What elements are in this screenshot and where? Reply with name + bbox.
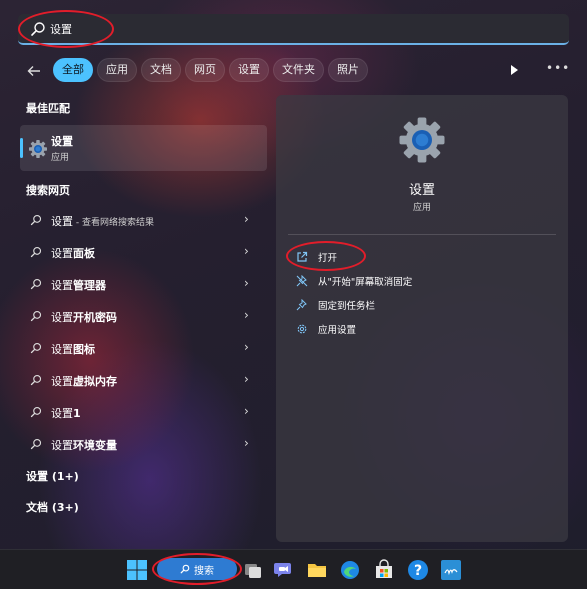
tab-folders[interactable]: 文件夹 — [273, 58, 324, 82]
preview-panel: 设置 应用 打开 从"开始"屏幕取消固定 固定到任务栏 应用设置 — [276, 95, 568, 542]
chevron-right-icon: › — [244, 436, 249, 450]
best-match-item[interactable]: 设置 应用 — [20, 125, 267, 171]
preview-divider — [288, 234, 556, 235]
web-result-suffix: - 查看网络搜索结果 — [73, 218, 154, 228]
web-result-completion: 管理器 — [73, 279, 106, 292]
action-app-settings-label: 应用设置 — [318, 325, 357, 336]
gear-icon — [297, 324, 307, 334]
tab-all[interactable]: 全部 — [53, 58, 93, 82]
chevron-right-icon: › — [244, 404, 249, 418]
web-result-item[interactable]: 设置面板 › — [20, 237, 267, 267]
microsoft-store-icon[interactable] — [373, 559, 395, 581]
search-icon — [30, 278, 42, 290]
tab-documents[interactable]: 文档 — [141, 58, 181, 82]
action-pin-taskbar-label: 固定到任务栏 — [318, 301, 376, 312]
open-external-icon — [297, 251, 308, 262]
selection-indicator — [20, 138, 23, 158]
best-match-heading: 最佳匹配 — [26, 102, 70, 115]
web-result-prefix: 设置 — [51, 375, 73, 388]
tab-settings[interactable]: 设置 — [229, 58, 269, 82]
action-open-label: 打开 — [318, 253, 338, 264]
search-icon — [30, 246, 42, 258]
web-result-prefix: 设置 — [51, 247, 73, 260]
chevron-right-icon: › — [244, 212, 249, 226]
web-result-completion: 环境变量 — [73, 439, 117, 452]
taskbar: 搜索 ? — [0, 549, 587, 589]
search-icon — [30, 406, 42, 418]
web-result-prefix: 设置 — [51, 343, 73, 356]
search-icon — [30, 438, 42, 450]
help-icon[interactable]: ? — [407, 559, 429, 581]
web-result-prefix: 设置 — [51, 311, 73, 324]
play-icon[interactable] — [505, 61, 523, 79]
best-match-name: 设置 — [51, 135, 73, 148]
search-icon — [30, 310, 42, 322]
filter-tabs: 全部 应用 文档 网页 设置 文件夹 照片 — [53, 58, 368, 82]
unpin-icon — [296, 275, 308, 287]
svg-text:?: ? — [414, 563, 422, 579]
file-explorer-icon[interactable] — [306, 559, 328, 581]
web-result-prefix: 设置 — [51, 215, 73, 228]
preview-subtitle: 应用 — [412, 203, 431, 213]
more-options-icon[interactable]: ••• — [546, 61, 570, 75]
web-result-item[interactable]: 设置 - 查看网络搜索结果 › — [20, 205, 267, 235]
chevron-right-icon: › — [244, 340, 249, 354]
action-open[interactable]: 打开 — [296, 250, 337, 264]
back-arrow-icon[interactable] — [23, 60, 45, 82]
edge-browser-icon[interactable] — [339, 559, 361, 581]
web-result-item[interactable]: 设置图标 › — [20, 333, 267, 363]
web-search-heading: 搜索网页 — [26, 184, 70, 197]
action-unpin-start[interactable]: 从"开始"屏幕取消固定 — [296, 274, 412, 288]
web-result-prefix: 设置 — [51, 439, 73, 452]
web-result-completion: 图标 — [73, 343, 95, 356]
web-result-completion: 虚拟内存 — [73, 375, 117, 388]
action-pin-taskbar[interactable]: 固定到任务栏 — [296, 298, 375, 312]
chevron-right-icon: › — [244, 276, 249, 290]
web-result-completion: 面板 — [73, 247, 95, 260]
search-icon — [30, 342, 42, 354]
group-documents-heading[interactable]: 文档 (3+) — [26, 499, 79, 515]
web-result-item[interactable]: 设置虚拟内存 › — [20, 365, 267, 395]
web-result-item[interactable]: 设置1 › — [20, 397, 267, 427]
tab-apps[interactable]: 应用 — [97, 58, 137, 82]
settings-app-large-icon — [399, 117, 445, 163]
pin-icon — [296, 299, 307, 311]
action-unpin-start-label: 从"开始"屏幕取消固定 — [318, 277, 413, 288]
teams-chat-icon[interactable] — [273, 559, 295, 581]
search-box[interactable]: 设置 — [18, 14, 569, 45]
web-result-completion: 开机密码 — [73, 311, 117, 324]
tab-web[interactable]: 网页 — [185, 58, 225, 82]
search-icon — [30, 374, 42, 386]
taskbar-search-button[interactable]: 搜索 — [157, 558, 237, 580]
search-icon — [30, 214, 42, 226]
tab-photos[interactable]: 照片 — [328, 58, 368, 82]
web-result-prefix: 设置 — [51, 279, 73, 292]
taskbar-search-label: 搜索 — [194, 565, 214, 577]
search-icon — [31, 21, 45, 36]
preview-title: 设置 — [408, 183, 435, 198]
windows-start-icon[interactable] — [126, 559, 148, 581]
chevron-right-icon: › — [244, 244, 249, 258]
chevron-right-icon: › — [244, 372, 249, 386]
group-settings-heading[interactable]: 设置 (1+) — [26, 468, 79, 484]
app-icon[interactable] — [440, 559, 462, 581]
web-result-prefix: 设置 — [51, 407, 73, 420]
search-icon — [180, 564, 190, 574]
task-view-icon[interactable] — [242, 559, 264, 581]
web-result-completion: 1 — [73, 407, 81, 420]
best-match-type: 应用 — [51, 153, 70, 163]
web-result-item[interactable]: 设置环境变量 › — [20, 429, 267, 459]
chevron-right-icon: › — [244, 308, 249, 322]
action-app-settings[interactable]: 应用设置 — [296, 322, 356, 336]
web-result-item[interactable]: 设置管理器 › — [20, 269, 267, 299]
settings-app-icon — [29, 140, 47, 158]
search-input[interactable]: 设置 — [50, 21, 72, 37]
web-result-item[interactable]: 设置开机密码 › — [20, 301, 267, 331]
